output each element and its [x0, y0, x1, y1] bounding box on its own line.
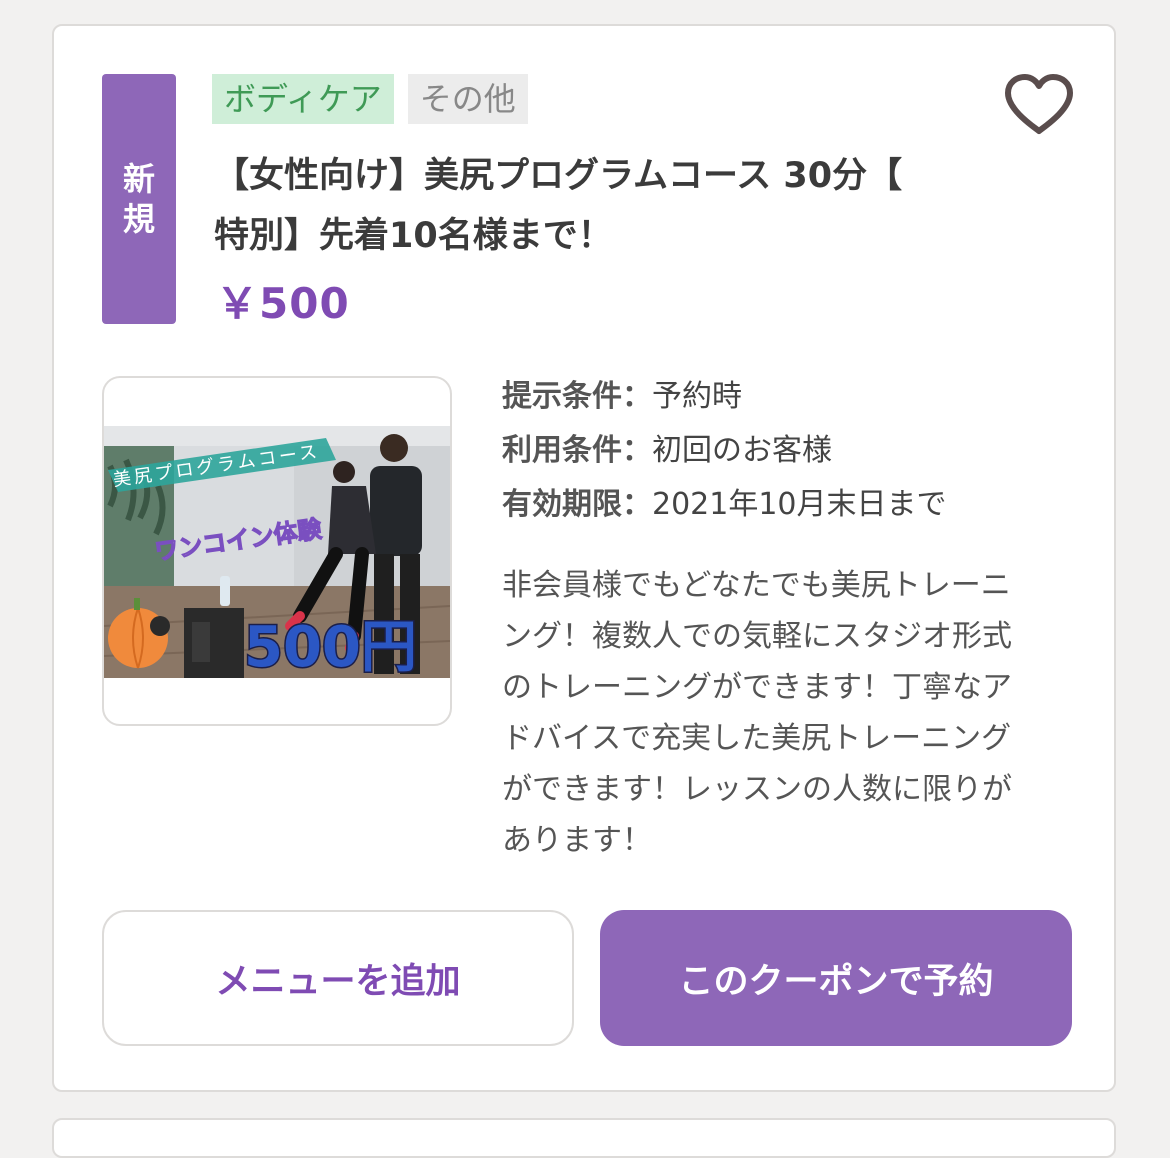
description-line: ング！複数人での気軽にスタジオ形式	[502, 619, 1012, 654]
tag-body-care: ボディケア	[212, 74, 394, 124]
condition-label: 有効期限	[502, 487, 622, 522]
coupon-description: 非会員様でもどなたでも美尻トレーニ ング！複数人での気軽にスタジオ形式 のトレー…	[502, 560, 1062, 866]
heart-outline-icon	[1005, 74, 1073, 134]
image-price-text: 500円	[244, 615, 417, 678]
favorite-button[interactable]	[1004, 74, 1074, 136]
coupon-title: 【女性向け】美尻プログラムコース 30分【 特別】先着10名様まで！	[214, 146, 994, 266]
description-line: あります！	[502, 823, 652, 858]
add-menu-button[interactable]: メニューを追加	[102, 910, 574, 1046]
new-badge-char-1: 新	[122, 160, 155, 198]
condition-value: 初回のお客様	[652, 433, 832, 468]
next-coupon-card	[52, 1118, 1116, 1158]
tag-other: その他	[407, 74, 528, 124]
condition-separator: ：	[622, 433, 652, 468]
coupon-price: ￥500	[216, 279, 350, 328]
category-tags: ボディケア その他	[212, 74, 528, 124]
condition-expiry: 有効期限：2021年10月末日まで	[502, 478, 947, 532]
description-line: 非会員様でもどなたでも美尻トレーニ	[502, 568, 1011, 603]
coupon-title-line-1: 【女性向け】美尻プログラムコース 30分【	[214, 156, 903, 196]
coupon-conditions: 提示条件：予約時 利用条件：初回のお客様 有効期限：2021年10月末日まで	[502, 370, 947, 532]
condition-value: 予約時	[652, 379, 742, 414]
condition-value: 2021年10月末日まで	[652, 487, 947, 522]
description-line: ドバイスで充実した美尻トレーニング	[502, 721, 1012, 756]
coupon-title-line-2: 特別】先着10名様まで！	[214, 216, 613, 256]
description-line: ができます！レッスンの人数に限りが	[502, 772, 1012, 807]
coupon-image[interactable]: 美尻プログラムコース ワンコイン体験 500円	[102, 376, 452, 726]
new-badge-char-2: 規	[122, 200, 155, 238]
condition-label: 利用条件	[502, 433, 622, 468]
condition-separator: ：	[622, 379, 652, 414]
coupon-photo: 美尻プログラムコース ワンコイン体験 500円	[104, 426, 450, 678]
condition-usage: 利用条件：初回のお客様	[502, 424, 947, 478]
condition-separator: ：	[622, 487, 652, 522]
condition-label: 提示条件	[502, 379, 622, 414]
description-line: のトレーニングができます！丁寧なア	[502, 670, 1012, 705]
coupon-card: 新 規 ボディケア その他 【女性向け】美尻プログラムコース 30分【 特別】先…	[52, 24, 1116, 1092]
new-badge: 新 規	[102, 74, 176, 324]
condition-presentation: 提示条件：予約時	[502, 370, 947, 424]
book-with-coupon-button[interactable]: このクーポンで予約	[600, 910, 1072, 1046]
